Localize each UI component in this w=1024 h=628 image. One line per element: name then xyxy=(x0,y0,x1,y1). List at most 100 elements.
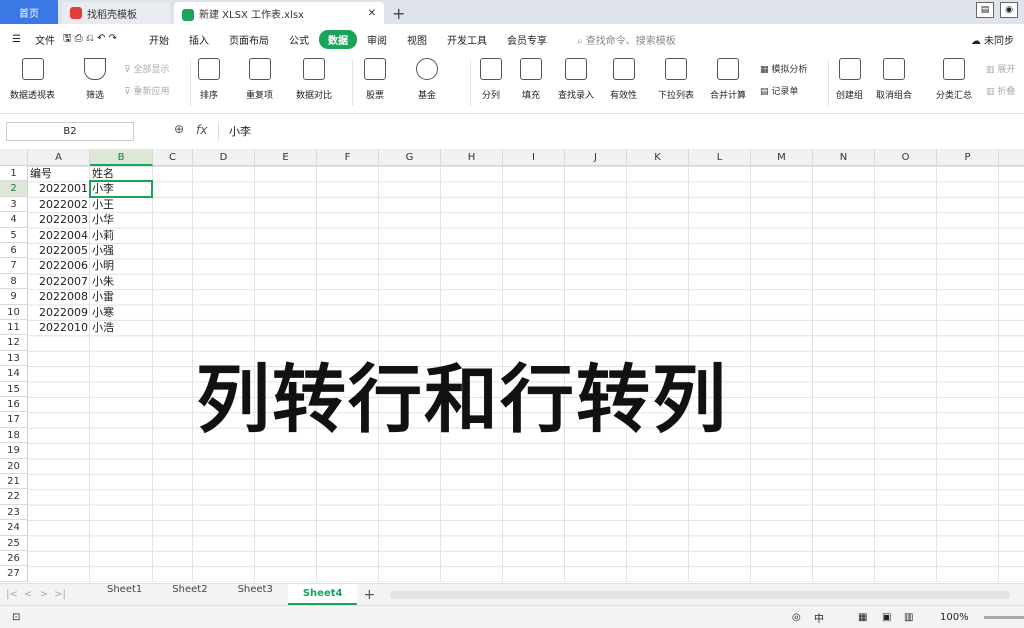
row-header-25[interactable]: 25 xyxy=(0,535,28,551)
menu-tab-1[interactable]: 插入 xyxy=(179,32,219,47)
last-sheet-icon[interactable]: >| xyxy=(52,589,68,600)
reapply-button[interactable]: ⊽ 重新应用 xyxy=(124,84,169,97)
name-box[interactable]: B2 xyxy=(6,122,134,141)
eye-protection-icon[interactable]: ◎ xyxy=(792,612,801,623)
command-search[interactable]: ⌕ 查找命令、搜索模板 xyxy=(567,32,686,47)
column-header-J[interactable]: J xyxy=(565,149,627,166)
cell-A3[interactable]: 2022002 xyxy=(28,197,90,212)
row-header-2[interactable]: 2 xyxy=(0,181,28,197)
close-tab-icon[interactable]: ✕ xyxy=(368,8,376,19)
record-button[interactable]: ▤ 记录单 xyxy=(760,84,798,97)
row-header-21[interactable]: 21 xyxy=(0,474,28,490)
layout-icon[interactable]: ▤ xyxy=(976,2,994,18)
tab-home[interactable]: 首页 xyxy=(0,0,58,24)
cell-B5[interactable]: 小莉 xyxy=(90,228,153,243)
row-header-12[interactable]: 12 xyxy=(0,335,28,351)
sheet-tab-4[interactable]: Sheet4 xyxy=(287,584,358,605)
cell-A9[interactable]: 2022008 xyxy=(28,289,90,304)
sheet-tab-2[interactable]: Sheet2 xyxy=(157,584,222,605)
cell-A5[interactable]: 2022004 xyxy=(28,228,90,243)
row-header-20[interactable]: 20 xyxy=(0,458,28,474)
menu-tab-8[interactable]: 会员专享 xyxy=(497,32,557,47)
stock-button[interactable]: 股票 xyxy=(364,58,386,101)
hamburger-icon[interactable]: ☰ xyxy=(0,34,31,45)
page-layout-icon[interactable]: ▣ xyxy=(882,612,891,623)
column-header-M[interactable]: M xyxy=(751,149,813,166)
sheet-tab-3[interactable]: Sheet3 xyxy=(223,584,288,605)
file-menu[interactable]: 文件 xyxy=(31,32,59,47)
column-header-K[interactable]: K xyxy=(627,149,689,166)
expand-button[interactable]: ▥ 展开 xyxy=(986,62,1015,75)
row-header-14[interactable]: 14 xyxy=(0,366,28,382)
split-button[interactable]: 分列 xyxy=(480,58,502,101)
zoom-level[interactable]: 100% xyxy=(940,612,969,623)
row-header-3[interactable]: 3 xyxy=(0,196,28,213)
sort-button[interactable]: 排序 xyxy=(198,58,220,101)
fill-button[interactable]: 填充 xyxy=(520,58,542,101)
row-header-26[interactable]: 26 xyxy=(0,551,28,567)
cell-B9[interactable]: 小雷 xyxy=(90,289,153,304)
row-header-4[interactable]: 4 xyxy=(0,212,28,228)
cell-B1[interactable]: 姓名 xyxy=(90,166,153,181)
column-header-N[interactable]: N xyxy=(813,149,875,166)
cell-A4[interactable]: 2022003 xyxy=(28,212,90,227)
cell-B6[interactable]: 小强 xyxy=(90,243,153,258)
column-header-B[interactable]: B xyxy=(90,149,153,166)
quick-tools-icons[interactable]: 🖫 ⎙ ⎌ ↶ ↷ xyxy=(59,31,121,48)
column-header-F[interactable]: F xyxy=(317,149,379,166)
row-header-23[interactable]: 23 xyxy=(0,504,28,521)
column-header-A[interactable]: A xyxy=(28,149,90,166)
column-header-E[interactable]: E xyxy=(255,149,317,166)
cell-B4[interactable]: 小华 xyxy=(90,212,153,227)
new-tab-button[interactable]: + xyxy=(392,2,405,24)
menu-tab-2[interactable]: 页面布局 xyxy=(219,32,279,47)
cell-A7[interactable]: 2022006 xyxy=(28,258,90,273)
cell-B3[interactable]: 小王 xyxy=(90,197,153,212)
row-header-6[interactable]: 6 xyxy=(0,243,28,259)
row-header-1[interactable]: 1 xyxy=(0,166,28,182)
menu-tab-4[interactable]: 数据 xyxy=(318,29,357,49)
row-header-17[interactable]: 17 xyxy=(0,412,28,428)
tab-file[interactable]: 新建 XLSX 工作表.xlsx ✕ xyxy=(174,2,384,24)
column-header-D[interactable]: D xyxy=(193,149,255,166)
macro-icon[interactable]: ⊡ xyxy=(12,612,20,623)
menu-tab-6[interactable]: 视图 xyxy=(397,32,437,47)
column-header-H[interactable]: H xyxy=(441,149,503,166)
zoom-slider[interactable] xyxy=(984,616,1024,619)
row-header-22[interactable]: 22 xyxy=(0,489,28,505)
ungroup-button[interactable]: 取消组合 xyxy=(876,58,912,101)
cell-B8[interactable]: 小朱 xyxy=(90,274,153,289)
horizontal-scrollbar[interactable] xyxy=(390,591,1010,599)
compare-button[interactable]: 数据对比 xyxy=(296,58,332,101)
lookup-entry-button[interactable]: 查找录入 xyxy=(558,58,594,101)
row-header-24[interactable]: 24 xyxy=(0,520,28,536)
add-sheet-icon[interactable]: + xyxy=(363,587,375,603)
next-sheet-icon[interactable]: > xyxy=(36,589,52,600)
row-header-10[interactable]: 10 xyxy=(0,304,28,320)
first-sheet-icon[interactable]: |< xyxy=(4,589,20,600)
menu-tab-0[interactable]: 开始 xyxy=(139,32,179,47)
dropdown-list-button[interactable]: 下拉列表 xyxy=(658,58,694,101)
column-header-L[interactable]: L xyxy=(689,149,751,166)
create-group-button[interactable]: 创建组 xyxy=(836,58,863,101)
row-header-8[interactable]: 8 xyxy=(0,273,28,290)
cell-A10[interactable]: 2022009 xyxy=(28,305,90,320)
cell-A2[interactable]: 2022001 xyxy=(28,181,90,196)
subtotal-button[interactable]: 分类汇总 xyxy=(936,58,972,101)
whatif-button[interactable]: ▦ 模拟分析 xyxy=(760,62,807,75)
menu-tab-7[interactable]: 开发工具 xyxy=(437,32,497,47)
zoom-search-icon[interactable]: ⊕ xyxy=(174,122,184,136)
cell-B11[interactable]: 小浩 xyxy=(90,320,153,335)
menu-tab-3[interactable]: 公式 xyxy=(279,32,319,47)
function-icon[interactable]: fx xyxy=(196,123,207,137)
menu-tab-5[interactable]: 审阅 xyxy=(357,32,397,47)
tab-template[interactable]: 找稻壳模板 xyxy=(62,2,170,24)
row-header-16[interactable]: 16 xyxy=(0,397,28,413)
row-header-13[interactable]: 13 xyxy=(0,350,28,367)
cell-B10[interactable]: 小寒 xyxy=(90,305,153,320)
cell-B7[interactable]: 小明 xyxy=(90,258,153,273)
row-header-27[interactable]: 27 xyxy=(0,566,28,582)
avatar-icon[interactable]: ◉ xyxy=(1000,2,1018,18)
normal-view-icon[interactable]: ▦ xyxy=(858,612,867,623)
prev-sheet-icon[interactable]: < xyxy=(20,589,36,600)
